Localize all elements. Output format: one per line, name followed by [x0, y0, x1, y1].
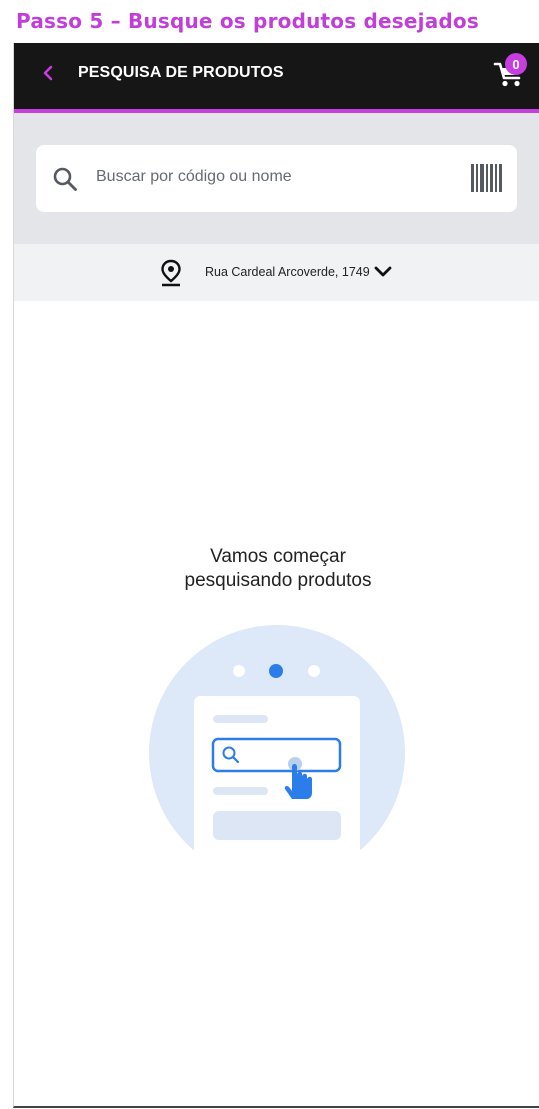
chevron-left-icon: [43, 65, 53, 81]
search-input[interactable]: Buscar por código ou nome: [36, 145, 517, 212]
empty-state-line-1: Vamos começar: [210, 546, 346, 567]
address-selector[interactable]: Rua Cardeal Arcoverde, 1749: [14, 244, 539, 301]
search-area: Buscar por código ou nome: [14, 113, 539, 244]
search-icon: [53, 167, 77, 191]
page-title: PESQUISA DE PRODUTOS: [78, 64, 284, 81]
chevron-down-icon: [374, 266, 392, 277]
search-placeholder: Buscar por código ou nome: [96, 168, 292, 185]
back-button[interactable]: [34, 59, 62, 87]
empty-state-message: Vamos começar pesquisando produtos: [14, 545, 539, 593]
address-text: Rua Cardeal Arcoverde, 1749: [205, 265, 370, 279]
step-title: Passo 5 – Busque os produtos desejados: [16, 9, 479, 33]
phone-screen: PESQUISA DE PRODUTOS 0 Buscar por código…: [13, 43, 539, 1108]
search-illustration: [149, 625, 405, 861]
app-bar: PESQUISA DE PRODUTOS 0: [14, 43, 539, 113]
barcode-icon[interactable]: [471, 164, 503, 192]
cart-count-badge: 0: [505, 53, 527, 75]
location-pin-icon: [161, 259, 181, 287]
empty-state-line-2: pesquisando produtos: [184, 570, 372, 591]
